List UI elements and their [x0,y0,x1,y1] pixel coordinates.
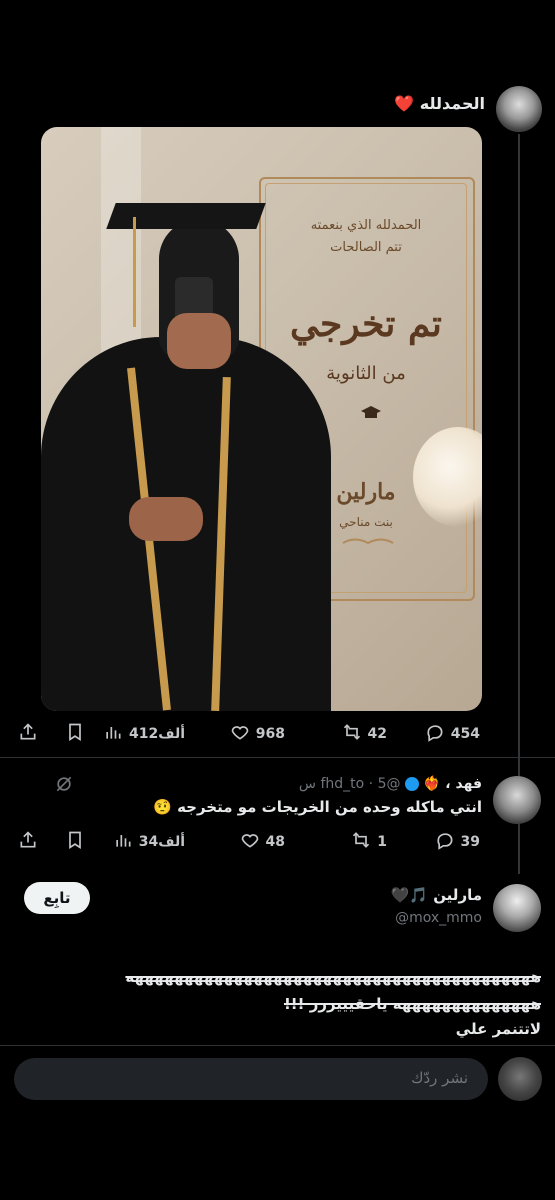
reply1-reply-count: 39 [460,834,480,850]
reply-icon [435,830,455,854]
like-count: 968 [255,726,285,742]
grad-cap-icon [359,405,383,425]
heart-icon [230,722,250,746]
reply1-emoji: ❤️‍🔥 [423,776,441,792]
reply1-retweet-count: 1 [377,834,387,850]
verified-icon [404,777,419,791]
share-icon[interactable] [18,830,38,854]
reply1-reply-button[interactable]: 39 [435,830,480,854]
divider [0,1045,555,1046]
card-line2: تتم الصالحات [330,240,402,255]
reply1-dot: · [368,776,374,792]
divider [0,757,555,758]
thread-line [518,134,520,874]
share-icon[interactable] [18,722,38,746]
tweet-text: الحمدلله ❤️ [394,94,485,113]
laurel-icon [341,535,395,554]
reply1-views-count: 34ألف [138,834,185,850]
reply2-line3: لاتتنمر علي [455,1020,541,1038]
reply-icon [425,722,445,746]
reply2-name-row: مارلين 🎵🖤 [391,886,482,904]
reply1-handle[interactable]: @fhd_to [320,776,400,792]
reply2-avatar[interactable] [493,884,541,932]
reply1-views-button[interactable]: 34ألف [113,830,185,854]
avatar[interactable] [496,86,542,132]
reply2-handle[interactable]: @mox_mmo [395,910,482,926]
hand [167,313,231,369]
reply1-header: فهد ، ❤️‍🔥 @fhd_to · 5 س [299,776,482,792]
composer-placeholder: نشر ردّك [411,1069,468,1087]
reply2-display-name[interactable]: مارلين [433,886,482,904]
retweet-icon [342,722,362,746]
reply-count: 454 [450,726,480,742]
grok-icon[interactable] [54,774,74,798]
views-icon [113,830,133,854]
reply1-like-count: 48 [265,834,285,850]
card-title: تم تخرجي [290,303,442,345]
heart-emoji: ❤️ [394,94,415,113]
views-button[interactable]: 412ألف [103,722,185,746]
retweet-button[interactable]: 42 [342,722,387,746]
card-line1: الحمدلله الذي بنعمته [310,218,422,233]
views-icon [103,722,123,746]
follow-button[interactable]: تابِع [24,882,90,914]
reply-button[interactable]: 454 [425,722,480,746]
retweet-icon [351,830,371,854]
reply2-emoji: 🎵🖤 [390,886,428,904]
composer-avatar[interactable] [498,1057,542,1101]
tweet-text-label: الحمدلله [419,94,485,113]
heart-icon [240,830,260,854]
reply-composer[interactable]: نشر ردّك [14,1058,488,1100]
reply1-retweet-button[interactable]: 1 [351,830,387,854]
reply2-line1: هههههههههههههههههههههههههههههههههههههههه… [125,968,541,986]
tweet-image[interactable]: الحمدلله الذي بنعمته تتم الصالحات تم تخر… [41,127,482,711]
like-button[interactable]: 968 [230,722,285,746]
mortarboard [106,203,266,229]
reply2-line2-text: ههههههههههههههه ياحقيييررر !!! [283,995,541,1013]
reply1-text: انتي ماكله وحده من الخريجات مو متخرجه 🤨 [153,798,482,816]
retweet-count: 42 [367,726,387,742]
views-count: 412ألف [129,726,185,742]
reply1-like-button[interactable]: 48 [240,830,285,854]
reply2-line2: ههههههههههههههه ياحقيييررر !!! [284,995,541,1013]
hand-lower [129,497,203,541]
bookmark-icon[interactable] [65,830,85,854]
reply1-display-name[interactable]: فهد ، [445,776,482,792]
bookmark-icon[interactable] [65,722,85,746]
reply1-avatar[interactable] [493,776,541,824]
tassel [133,217,136,327]
